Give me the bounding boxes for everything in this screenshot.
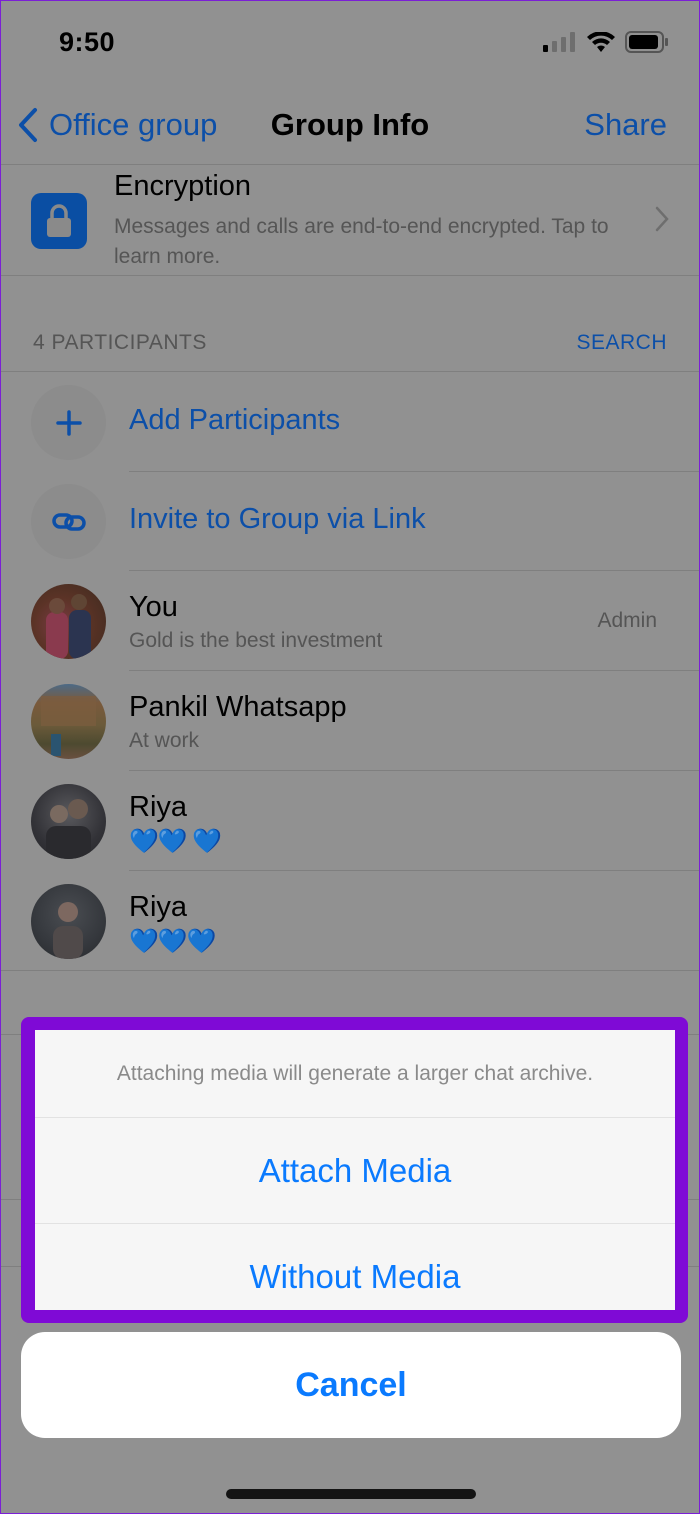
participant-status: 💙💙 💙: [129, 828, 222, 855]
chevron-left-icon: [19, 108, 37, 142]
participant-name: Riya: [129, 891, 188, 923]
participant-row[interactable]: You Gold is the best investment Admin: [1, 571, 699, 671]
share-button[interactable]: Share: [584, 107, 667, 143]
action-sheet-message: Attaching media will generate a larger c…: [35, 1030, 675, 1118]
encryption-row[interactable]: Encryption Messages and calls are end-to…: [1, 166, 699, 276]
participant-row[interactable]: Riya 💙💙 💙: [1, 771, 699, 871]
cancel-button[interactable]: Cancel: [21, 1332, 681, 1438]
avatar: [31, 784, 106, 859]
nav-bar: Office group Group Info Share: [1, 89, 699, 165]
participants-count-header: 4 PARTICIPANTS: [33, 331, 207, 354]
status-time: 9:50: [59, 27, 116, 57]
participant-status: At work: [129, 729, 200, 752]
invite-link-row[interactable]: Invite to Group via Link: [1, 471, 699, 571]
avatar: [31, 584, 106, 659]
encryption-title: Encryption: [114, 170, 252, 202]
divider: [1, 970, 699, 971]
attach-media-button[interactable]: Attach Media: [35, 1118, 675, 1224]
add-participants-row[interactable]: Add Participants: [1, 372, 699, 472]
participants-search-button[interactable]: SEARCH: [576, 331, 667, 355]
home-indicator[interactable]: [226, 1489, 476, 1499]
status-icons: [543, 31, 669, 53]
add-participants-label: Add Participants: [129, 404, 341, 436]
battery-icon: [625, 31, 668, 53]
avatar: [31, 884, 106, 959]
participant-row[interactable]: Riya 💙💙💙: [1, 871, 699, 971]
encryption-subtitle: Messages and calls are end-to-end encryp…: [114, 215, 609, 268]
action-sheet-highlight: Attaching media will generate a larger c…: [21, 1017, 688, 1323]
invite-link-label: Invite to Group via Link: [129, 503, 426, 535]
participant-status: 💙💙💙: [129, 928, 217, 955]
admin-badge: Admin: [597, 609, 657, 632]
action-sheet: Attaching media will generate a larger c…: [35, 1030, 675, 1310]
plus-icon: [31, 385, 106, 460]
participant-status: Gold is the best investment: [129, 629, 383, 652]
participant-name: Pankil Whatsapp: [129, 691, 347, 723]
wifi-icon: [587, 32, 615, 52]
status-bar: 9:50: [1, 1, 699, 89]
back-label: Office group: [49, 107, 218, 142]
back-button[interactable]: Office group: [17, 107, 217, 143]
participant-name: You: [129, 591, 178, 623]
cellular-signal-icon: [543, 32, 575, 52]
participant-row[interactable]: Pankil Whatsapp At work: [1, 671, 699, 771]
chevron-right-icon: [655, 206, 669, 232]
participant-name: Riya: [129, 791, 188, 823]
without-media-button[interactable]: Without Media: [35, 1224, 675, 1330]
lock-icon: [31, 193, 87, 249]
link-icon: [31, 484, 106, 559]
avatar: [31, 684, 106, 759]
